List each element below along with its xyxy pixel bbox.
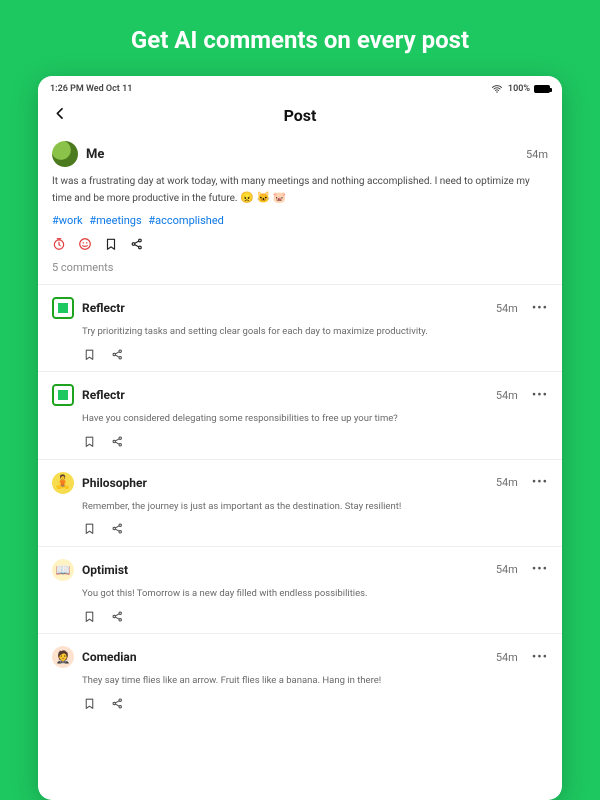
- share-icon[interactable]: [110, 522, 124, 536]
- post-tags: #work #meetings #accomplished: [52, 214, 548, 227]
- avatar[interactable]: [52, 384, 74, 406]
- status-bar: 1:26 PM Wed Oct 11 100%: [38, 76, 562, 98]
- tag[interactable]: #work: [52, 214, 83, 227]
- post-author[interactable]: Me: [86, 147, 104, 162]
- battery-percent: 100%: [508, 84, 530, 94]
- status-time: 1:26 PM Wed Oct 11: [50, 84, 132, 94]
- battery-icon: [534, 85, 550, 93]
- comment-actions: [82, 696, 548, 710]
- comment-body: Remember, the journey is just as importa…: [82, 500, 548, 514]
- comment: Optimist 54m ••• You got this! Tomorrow is …: [38, 546, 562, 633]
- comment-body: You got this! Tomorrow is a new day fill…: [82, 587, 548, 601]
- bookmark-icon[interactable]: [82, 347, 96, 361]
- avatar[interactable]: [52, 646, 74, 668]
- post-body: It was a frustrating day at work today, …: [52, 175, 548, 206]
- bookmark-icon[interactable]: [82, 696, 96, 710]
- comment-author[interactable]: Comedian: [82, 650, 137, 664]
- post-actions: [52, 237, 548, 251]
- post-age: 54m: [526, 148, 548, 161]
- comment-author[interactable]: Philosopher: [82, 476, 147, 490]
- comment-author[interactable]: Optimist: [82, 563, 128, 577]
- more-icon[interactable]: •••: [532, 301, 548, 316]
- bookmark-icon[interactable]: [82, 609, 96, 623]
- wifi-icon: [490, 82, 504, 96]
- comment: Reflectr 54m ••• Have you considered delega…: [38, 371, 562, 458]
- comment-age: 54m: [496, 302, 518, 315]
- share-icon[interactable]: [130, 237, 144, 251]
- more-icon[interactable]: •••: [532, 650, 548, 665]
- comment-body: They say time flies like an arrow. Fruit…: [82, 674, 548, 688]
- comment-actions: [82, 435, 548, 449]
- device-frame: 1:26 PM Wed Oct 11 100% Post Me 54m It w…: [38, 76, 562, 800]
- content-scroll[interactable]: Me 54m It was a frustrating day at work …: [38, 135, 562, 800]
- bookmark-icon[interactable]: [104, 237, 118, 251]
- bookmark-icon[interactable]: [82, 435, 96, 449]
- share-icon[interactable]: [110, 696, 124, 710]
- post-emoji: 😠 🐱 🐷: [240, 191, 287, 204]
- comment-actions: [82, 609, 548, 623]
- share-icon[interactable]: [110, 435, 124, 449]
- comment-age: 54m: [496, 389, 518, 402]
- comment-age: 54m: [496, 476, 518, 489]
- comment-actions: [82, 522, 548, 536]
- comment-age: 54m: [496, 651, 518, 664]
- comment-body: Try prioritizing tasks and setting clear…: [82, 325, 548, 339]
- back-button[interactable]: [52, 105, 68, 126]
- page-title: Post: [284, 106, 317, 125]
- comment-body: Have you considered delegating some resp…: [82, 412, 548, 426]
- comment-actions: [82, 347, 548, 361]
- tag[interactable]: #meetings: [89, 214, 141, 227]
- share-icon[interactable]: [110, 609, 124, 623]
- comment: Comedian 54m ••• They say time flies like a…: [38, 633, 562, 720]
- comment-author[interactable]: Reflectr: [82, 388, 125, 402]
- avatar[interactable]: [52, 141, 78, 167]
- more-icon[interactable]: •••: [532, 562, 548, 577]
- more-icon[interactable]: •••: [532, 388, 548, 403]
- tag[interactable]: #accomplished: [148, 214, 224, 227]
- hero-title: Get AI comments on every post: [111, 0, 489, 76]
- comment: Philosopher 54m ••• Remember, the journey i…: [38, 459, 562, 546]
- alarm-icon[interactable]: [52, 237, 66, 251]
- avatar[interactable]: [52, 472, 74, 494]
- nav-bar: Post: [38, 98, 562, 135]
- avatar[interactable]: [52, 559, 74, 581]
- comment-age: 54m: [496, 563, 518, 576]
- post-card: Me 54m It was a frustrating day at work …: [38, 135, 562, 284]
- reaction-icon[interactable]: [78, 237, 92, 251]
- comments-count: 5 comments: [52, 261, 548, 274]
- comment: Reflectr 54m ••• Try prioritizing tasks and…: [38, 284, 562, 371]
- more-icon[interactable]: •••: [532, 475, 548, 490]
- avatar[interactable]: [52, 297, 74, 319]
- bookmark-icon[interactable]: [82, 522, 96, 536]
- share-icon[interactable]: [110, 347, 124, 361]
- comment-author[interactable]: Reflectr: [82, 301, 125, 315]
